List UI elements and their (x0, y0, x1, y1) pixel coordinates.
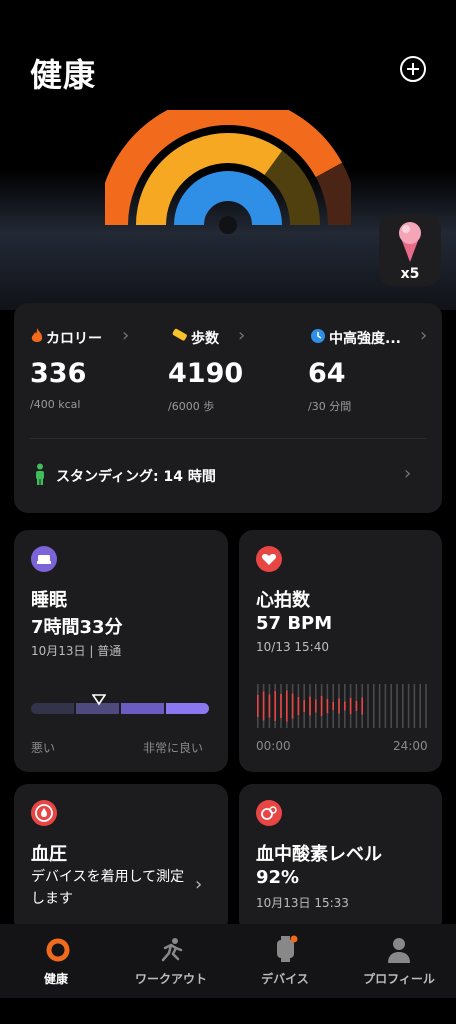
hr-track (425, 684, 427, 728)
spo2-title: 血中酸素レベル (256, 844, 382, 865)
hr-bar (326, 699, 329, 713)
hr-track (384, 684, 387, 728)
clock-icon (311, 329, 325, 343)
divider (30, 438, 426, 439)
hr-bar (349, 698, 352, 714)
hr-bar (355, 701, 358, 711)
add-icon[interactable] (400, 56, 426, 82)
heart-axis-start: 00:00 (256, 739, 291, 753)
hr-track (396, 684, 398, 728)
heart-rate-chart (257, 684, 427, 728)
watch-icon (277, 935, 298, 962)
sleep-scale-excellent (166, 703, 209, 714)
hr-track (413, 684, 416, 728)
heart-axis-end: 24:00 (393, 739, 428, 753)
chevron-right-icon: › (238, 325, 246, 346)
sleep-title: 睡眠 (31, 590, 67, 611)
hr-bar (309, 696, 311, 716)
calories-value: 336 (30, 358, 87, 389)
heart-value: 57 BPM (256, 613, 333, 634)
hr-track (373, 684, 375, 728)
intensity-value: 64 (308, 358, 346, 389)
heart-title: 心拍数 (256, 590, 310, 611)
standing-person-icon (36, 463, 44, 485)
hr-track (390, 684, 392, 728)
spo2-time: 10月13日 15:33 (256, 896, 349, 910)
reward-count: x5 (400, 266, 420, 282)
bp-message: デバイスを着用して測定します (31, 869, 185, 907)
steps-target: /6000 歩 (168, 400, 215, 413)
hr-bar (303, 700, 305, 712)
hr-bar (297, 697, 300, 715)
health-ring-icon (46, 938, 70, 962)
hr-bar (315, 699, 317, 713)
hr-bar (291, 693, 294, 719)
hr-track (378, 684, 381, 728)
standing-label: スタンディング: 14 時間 (56, 469, 216, 485)
hr-bar (344, 701, 346, 711)
bp-title: 血圧 (31, 844, 67, 865)
blood-drop-icon (31, 800, 57, 826)
hr-bar (274, 691, 276, 721)
flame-icon (31, 328, 43, 342)
hr-bar (280, 694, 282, 718)
steps-icon (172, 328, 187, 341)
intensity-label: 中高強度... (329, 331, 401, 347)
hr-bar (268, 694, 271, 718)
sleep-subtitle: 10月13日 | 普通 (31, 644, 122, 658)
nav-label-health: 健康 (43, 972, 68, 986)
chevron-right-icon[interactable]: › (195, 874, 202, 895)
oxygen-icon (256, 800, 282, 826)
sleep-scale-poor (31, 703, 74, 714)
bed-icon (31, 546, 57, 572)
hr-track (407, 684, 410, 728)
profile-icon (388, 938, 410, 963)
hr-bar (332, 702, 334, 710)
calories-label: カロリー (46, 331, 102, 347)
calories-target: /400 kcal (30, 398, 81, 411)
sleep-scale-right: 非常に良い (143, 741, 204, 755)
chevron-right-icon[interactable]: › (404, 463, 411, 484)
nav-label-workout: ワークアウト (134, 972, 207, 986)
nav-label-profile: プロフィール (363, 972, 435, 986)
hr-track (367, 684, 369, 728)
activity-rings[interactable] (105, 110, 351, 280)
running-icon (161, 938, 183, 962)
intensity-target: /30 分間 (308, 400, 352, 413)
sleep-duration: 7時間33分 (31, 617, 123, 638)
chevron-right-icon: › (420, 325, 428, 346)
nav-label-devices: デバイス (261, 972, 309, 986)
hr-track (402, 684, 404, 728)
hr-track (419, 684, 421, 728)
hr-bar (257, 695, 259, 717)
ring-center (219, 216, 237, 234)
hr-bar (338, 698, 340, 714)
steps-label: 歩数 (191, 331, 219, 347)
sleep-scale-left: 悪い (31, 741, 56, 755)
hr-bar (361, 697, 363, 715)
page-title: 健康 (30, 56, 97, 94)
hr-bar (320, 696, 323, 716)
steps-value: 4190 (168, 358, 244, 389)
heart-icon (256, 546, 282, 572)
spo2-value: 92% (256, 867, 300, 888)
hr-bar (262, 691, 265, 721)
sleep-scale-good (121, 703, 164, 714)
heart-time: 10/13 15:40 (256, 640, 329, 654)
hr-bar (286, 690, 288, 722)
chevron-right-icon: › (122, 325, 130, 346)
ice-cream-icon (399, 222, 421, 262)
sleep-marker-icon (91, 694, 106, 706)
